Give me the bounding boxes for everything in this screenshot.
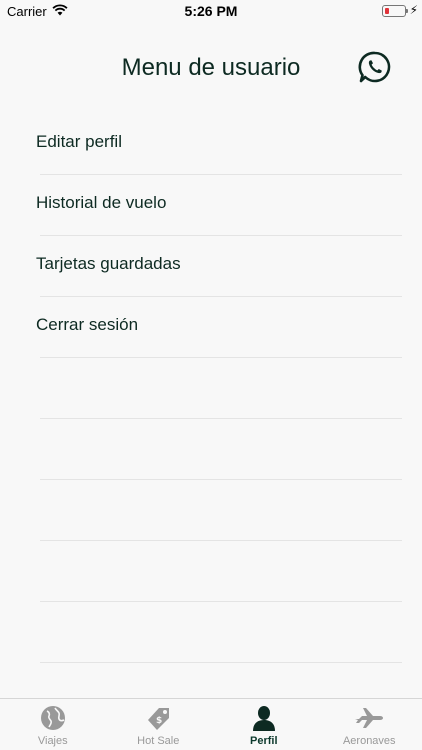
tab-hot-sale[interactable]: $ Hot Sale (106, 699, 212, 750)
user-menu: Editar perfil Historial de vuelo Tarjeta… (0, 114, 422, 663)
tab-label: Viajes (37, 735, 68, 747)
empty-row (0, 480, 422, 541)
globe-icon (40, 706, 65, 730)
divider (40, 662, 402, 663)
menu-item-label: Cerrar sesión (36, 315, 139, 334)
empty-row (0, 541, 422, 602)
svg-text:$: $ (156, 716, 162, 726)
charging-icon: ⚡ (409, 3, 418, 17)
empty-row (0, 358, 422, 419)
menu-item-edit-profile[interactable]: Editar perfil (0, 114, 422, 175)
tab-label: Aeronaves (342, 735, 396, 747)
menu-item-flight-history[interactable]: Historial de vuelo (0, 175, 422, 236)
menu-item-saved-cards[interactable]: Tarjetas guardadas (0, 236, 422, 297)
menu-item-label: Tarjetas guardadas (36, 254, 181, 273)
person-icon (252, 706, 275, 731)
tab-label: Perfil (249, 735, 278, 747)
menu-item-label: Historial de vuelo (36, 193, 167, 212)
empty-row (0, 602, 422, 663)
tab-label: Hot Sale (137, 735, 180, 747)
clock: 5:26 PM (184, 3, 238, 19)
battery-icon (382, 5, 408, 17)
empty-row (0, 419, 422, 480)
menu-item-label: Editar perfil (36, 132, 122, 151)
menu-item-logout[interactable]: Cerrar sesión (0, 297, 422, 358)
tab-viajes[interactable]: Viajes (0, 699, 106, 750)
header: Menu de usuario (0, 44, 422, 92)
tab-perfil[interactable]: Perfil (211, 699, 317, 750)
price-tag-icon: $ (148, 708, 170, 730)
tab-bar: Viajes $ Hot Sale Perfil Aeronaves (0, 698, 422, 750)
status-bar: Carrier 5:26 PM ⚡ (0, 0, 422, 22)
whatsapp-icon[interactable] (358, 50, 392, 84)
tab-aeronaves[interactable]: Aeronaves (317, 699, 422, 750)
airplane-icon (355, 708, 384, 728)
